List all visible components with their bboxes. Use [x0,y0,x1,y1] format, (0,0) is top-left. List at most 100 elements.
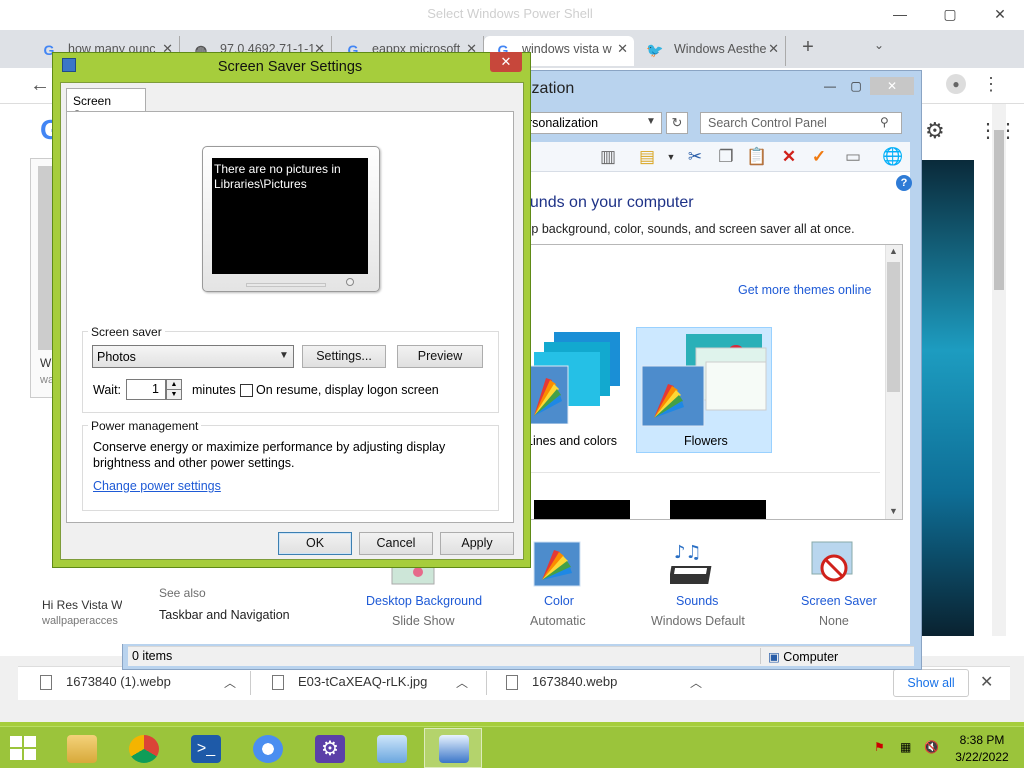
copy-icon[interactable]: ❐ [715,146,737,168]
download-item[interactable]: 1673840 (1).webp [40,674,171,694]
color-link[interactable]: Color [544,594,574,608]
sounds-link[interactable]: Sounds [676,594,718,608]
profile-avatar-icon[interactable]: ● [946,74,966,94]
minimize-button[interactable]: — [880,0,920,30]
minimize-button[interactable]: — [820,78,840,96]
network-icon[interactable]: ▦ [900,740,914,754]
image-result-title[interactable]: W [40,356,51,370]
resume-logon-label[interactable]: On resume, display logon screen [256,383,439,397]
volume-muted-icon[interactable]: 🔇 [924,740,939,754]
layout-pane-icon[interactable]: ▥ [597,146,619,168]
back-arrow-icon[interactable]: ← [30,74,50,97]
close-download-bar-icon[interactable]: ✕ [980,672,993,692]
screen-saver-select[interactable]: Photos [92,345,294,368]
desktop-background-link[interactable]: Desktop Background [366,594,482,608]
taskbar-chrome[interactable] [114,728,172,768]
new-tab-button[interactable]: + [796,36,820,62]
paste-icon[interactable]: 📋 [746,146,768,168]
refresh-icon[interactable]: ↻ [666,112,688,134]
close-button[interactable]: ✕ [870,77,914,95]
theme-thumbnail[interactable] [670,500,766,519]
globe-icon[interactable]: 🌐 [882,146,904,168]
start-button[interactable] [10,736,36,760]
flowers-theme-thumbnail [641,334,767,427]
taskbar-screen-saver-settings[interactable] [424,728,482,768]
more-menu-icon[interactable]: ⋮ [982,74,1000,95]
delete-icon[interactable]: ✕ [778,146,800,168]
screen-saver-icon[interactable] [808,540,858,588]
search-icon[interactable]: ⚲ [880,115,889,129]
taskbar-navigation-link[interactable]: Taskbar and Navigation [159,608,290,622]
tab-search-chevron-icon[interactable]: ⌄ [874,38,894,52]
ok-button[interactable]: OK [278,532,352,555]
taskbar-settings[interactable]: ⚙ [300,728,358,768]
cancel-button[interactable]: Cancel [359,532,433,555]
wait-minutes-input[interactable]: 1 [126,379,166,400]
taskbar-control-panel[interactable] [362,728,420,768]
download-item[interactable]: E03-tCaXEAQ-rLK.jpg [272,674,427,694]
windows-logo-icon [10,736,22,747]
cut-icon[interactable]: ✂ [684,146,706,168]
resume-logon-checkbox[interactable] [240,384,253,397]
action-center-flag-icon[interactable]: ⚑ [874,740,888,754]
download-item[interactable]: 1673840.webp [506,674,617,694]
chevron-down-icon[interactable]: ▼ [660,146,682,168]
spin-down-icon[interactable]: ▼ [166,389,182,400]
show-all-downloads-button[interactable]: Show all [893,669,969,697]
apply-button[interactable]: Apply [440,532,514,555]
settings-gear-icon[interactable]: ⚙ [925,118,945,144]
chevron-up-icon[interactable]: ︿ [456,674,468,691]
taskbar-file-explorer[interactable] [52,728,110,768]
taskbar-chromium[interactable] [238,728,296,768]
get-more-themes-link[interactable]: Get more themes online [738,283,871,297]
tab-windows-aesthetic[interactable]: 🐦 Windows Aesthe ✕ [636,36,786,66]
chevron-down-icon[interactable]: ▼ [646,116,656,127]
download-name: E03-tCaXEAQ-rLK.jpg [298,674,428,689]
scroll-down-icon[interactable]: ▼ [889,506,898,516]
tab-label: windows vista w [522,42,612,56]
screen-saver-link[interactable]: Screen Saver [801,594,877,608]
result-title[interactable]: Hi Res Vista W [42,598,122,612]
properties-icon[interactable]: ▭ [842,146,864,168]
theme-label[interactable]: Lines and colors [526,434,617,448]
vista-wallpaper-image[interactable] [918,160,974,636]
scroll-up-icon[interactable]: ▲ [889,246,898,256]
change-power-settings-link[interactable]: Change power settings [93,479,221,493]
theme-lines-and-colors[interactable] [526,328,624,424]
check-icon[interactable]: ✓ [808,146,830,168]
preview-screen-text: There are no pictures in Libraries\Pictu… [212,158,368,274]
address-bar[interactable]: ersonalization [510,112,662,134]
theme-list-scrollbar-thumb[interactable] [887,262,900,392]
page-scrollbar-thumb[interactable] [994,130,1004,290]
chevron-down-icon[interactable]: ▼ [279,350,289,361]
clock-time[interactable]: 8:38 PM [958,733,1006,747]
chevron-up-icon[interactable]: ︿ [224,674,236,691]
maximize-button[interactable]: ▢ [846,78,866,96]
color-icon[interactable] [532,540,582,588]
close-button[interactable]: ✕ [980,0,1020,30]
folder-properties-icon[interactable]: ▤ [636,146,658,168]
theme-label[interactable]: Flowers [684,434,728,448]
sounds-value: Windows Default [651,614,745,628]
powershell-icon: >_ [191,735,221,763]
divider [250,671,251,695]
chevron-up-icon[interactable]: ︿ [690,674,702,691]
settings-button[interactable]: Settings... [302,345,386,368]
tab-screen-saver[interactable]: Screen Saver [66,88,146,122]
chrome-window-title: Select Windows Power Shell [427,6,593,21]
image-file-icon [272,675,284,691]
tab-close-icon[interactable]: ✕ [617,41,628,57]
search-control-panel-input[interactable]: Search Control Panel [700,112,902,134]
status-computer: ▣ Computer [768,649,838,664]
preview-button[interactable]: Preview [397,345,483,368]
clock-date[interactable]: 3/22/2022 [950,750,1014,764]
taskbar-powershell[interactable]: >_ [176,728,234,768]
help-icon[interactable]: ? [896,175,912,191]
page-description: top background, color, sounds, and scree… [521,222,855,236]
dialog-close-button[interactable]: ✕ [490,52,522,72]
sounds-icon[interactable]: ♪♫ [670,540,720,588]
tab-close-icon[interactable]: ✕ [768,41,779,57]
windows-logo-pane [24,736,36,747]
maximize-button[interactable]: ▢ [930,0,970,30]
theme-thumbnail[interactable] [534,500,630,519]
